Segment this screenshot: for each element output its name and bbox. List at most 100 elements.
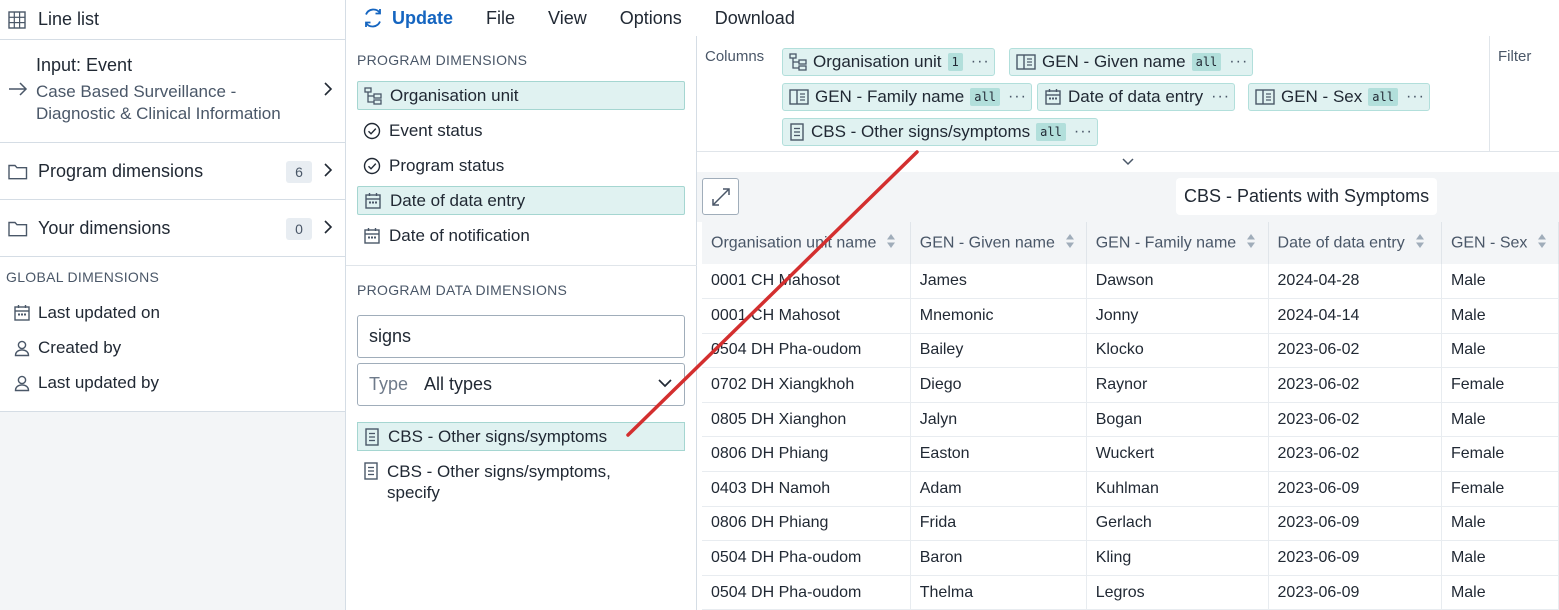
- table-cell: 2023-06-09: [1268, 540, 1442, 576]
- app-title-bar: Line list: [0, 0, 345, 40]
- more-icon[interactable]: ···: [1211, 88, 1230, 106]
- chip-family-name[interactable]: GEN - Family name all ···: [782, 83, 1032, 111]
- check-circle-icon: [363, 122, 381, 139]
- table-cell: 2023-06-02: [1268, 436, 1442, 473]
- table-cell: Raynor: [1086, 367, 1269, 403]
- chip-sex[interactable]: GEN - Sex all ···: [1248, 83, 1430, 111]
- sort-icon[interactable]: [1415, 233, 1425, 254]
- data-dim-label: CBS - Other signs/symptoms: [388, 427, 608, 446]
- table-cell: 2024-04-28: [1268, 264, 1442, 300]
- dim-program-status[interactable]: Program status: [357, 151, 685, 180]
- dim-date-of-notification[interactable]: Date of notification: [357, 221, 685, 250]
- user-icon: [14, 340, 30, 356]
- sort-icon[interactable]: [1246, 233, 1256, 254]
- org-tree-icon: [364, 86, 382, 105]
- input-program-name: Case Based Surveillance - Diagnostic & C…: [36, 82, 281, 123]
- table-cell: Male: [1441, 575, 1559, 610]
- more-icon[interactable]: ···: [1229, 53, 1248, 71]
- data-dim-other-signs-specify[interactable]: CBS - Other signs/symptoms, specify: [357, 461, 685, 503]
- program-data-dimensions-heading: PROGRAM DATA DIMENSIONS: [357, 282, 568, 298]
- program-dimensions-item[interactable]: Program dimensions 6: [0, 143, 345, 200]
- menu-download[interactable]: Download: [715, 8, 795, 29]
- column-header[interactable]: GEN - Sex: [1441, 222, 1559, 264]
- table-cell: Jalyn: [910, 402, 1087, 438]
- table-cell: Male: [1441, 540, 1559, 576]
- table-row[interactable]: 0805 DH Xianghon Jalyn Bogan 2023-06-02 Male: [702, 402, 1559, 438]
- global-dim-last-updated-on[interactable]: Last updated on: [0, 295, 345, 330]
- arrow-right-icon: [9, 82, 28, 96]
- program-dimensions-heading: PROGRAM DIMENSIONS: [357, 52, 528, 68]
- columns-label: Columns: [705, 48, 765, 65]
- chip-given-name[interactable]: GEN - Given name all ···: [1009, 48, 1254, 76]
- type-select[interactable]: Type All types: [357, 363, 685, 406]
- dim-organisation-unit[interactable]: Organisation unit: [357, 81, 685, 110]
- dim-event-status[interactable]: Event status: [357, 116, 685, 145]
- chip-badge: 1: [947, 53, 963, 71]
- chip-organisation-unit[interactable]: Organisation unit 1 ···: [782, 48, 995, 76]
- sort-icon[interactable]: [886, 233, 896, 254]
- chip-label: Organisation unit: [813, 52, 942, 71]
- visualization-toolbar: CBS - Patients with Symptoms: [697, 172, 1559, 222]
- input-selector[interactable]: Input: Event Case Based Surveillance - D…: [0, 40, 345, 143]
- menu-view[interactable]: View: [548, 8, 587, 29]
- sort-icon[interactable]: [1537, 233, 1547, 254]
- table-cell: 2023-06-02: [1268, 333, 1442, 369]
- column-header[interactable]: GEN - Given name: [910, 222, 1087, 264]
- global-dim-last-updated-by[interactable]: Last updated by: [0, 365, 345, 400]
- update-button[interactable]: Update: [362, 8, 453, 29]
- filter-area[interactable]: Filter: [1489, 36, 1531, 152]
- table-row[interactable]: 0806 DH Phiang Frida Gerlach 2023-06-09 Male: [702, 506, 1559, 542]
- more-icon[interactable]: ···: [1406, 88, 1425, 106]
- attribute-icon: [1016, 54, 1036, 70]
- chevron-right-icon: [324, 220, 333, 234]
- column-header[interactable]: GEN - Family name: [1086, 222, 1269, 264]
- table-cell: 0001 CH Mahosot: [702, 298, 911, 334]
- chip-badge: all: [970, 88, 1000, 106]
- table-cell: Kuhlman: [1086, 471, 1269, 507]
- column-header[interactable]: Date of data entry: [1268, 222, 1442, 264]
- chip-label: GEN - Given name: [1042, 52, 1186, 71]
- menu-options[interactable]: Options: [620, 8, 682, 29]
- dimension-search-input[interactable]: signs: [357, 315, 685, 358]
- table-row[interactable]: 0001 CH Mahosot Mnemonic Jonny 2024-04-14 Ma…: [702, 298, 1559, 334]
- table-row[interactable]: 0001 CH Mahosot James Dawson 2024-04-28 Male: [702, 264, 1559, 300]
- chip-other-signs[interactable]: CBS - Other signs/symptoms all ···: [782, 118, 1098, 146]
- more-icon[interactable]: ···: [1074, 123, 1093, 141]
- more-icon[interactable]: ···: [1008, 88, 1027, 106]
- table-row[interactable]: 0504 DH Pha-oudom Bailey Klocko 2023-06-02 M…: [702, 333, 1559, 369]
- table-row[interactable]: 0403 DH Namoh Adam Kuhlman 2023-06-09 Female: [702, 471, 1559, 507]
- table-cell: 0504 DH Pha-oudom: [702, 333, 911, 369]
- dim-date-of-data-entry[interactable]: Date of data entry: [357, 186, 685, 215]
- table-row[interactable]: 0702 DH Xiangkhoh Diego Raynor 2023-06-02 Fe…: [702, 367, 1559, 403]
- sort-icon[interactable]: [1065, 233, 1075, 254]
- table-cell: Kling: [1086, 540, 1269, 576]
- table-cell: Dawson: [1086, 264, 1269, 300]
- global-dim-created-by[interactable]: Created by: [0, 330, 345, 365]
- table-cell: Easton: [910, 436, 1087, 473]
- table-cell: James: [910, 264, 1087, 300]
- chip-badge: all: [1368, 88, 1398, 106]
- table-cell: 2023-06-09: [1268, 506, 1442, 542]
- calendar-icon: [365, 192, 381, 209]
- global-dim-label: Last updated on: [38, 302, 160, 322]
- data-dim-other-signs[interactable]: CBS - Other signs/symptoms: [357, 422, 685, 451]
- menu-file[interactable]: File: [486, 8, 515, 29]
- layout-expand-toggle[interactable]: [697, 152, 1559, 172]
- program-dimensions-count: 6: [286, 161, 312, 183]
- section-divider: [346, 265, 697, 266]
- data-table: Organisation unit name GEN - Given name GE…: [702, 222, 1559, 610]
- table-cell: 0805 DH Xianghon: [702, 402, 911, 438]
- table-row[interactable]: 0504 DH Pha-oudom Baron Kling 2023-06-09 Mal…: [702, 540, 1559, 576]
- more-icon[interactable]: ···: [971, 53, 990, 71]
- data-element-icon: [790, 123, 804, 141]
- table-cell: 0504 DH Pha-oudom: [702, 540, 911, 576]
- chevron-right-icon: [324, 163, 333, 177]
- table-cell: Female: [1441, 436, 1559, 473]
- table-cell: Thelma: [910, 575, 1087, 610]
- chip-date-of-data-entry[interactable]: Date of data entry ···: [1037, 83, 1236, 111]
- column-header[interactable]: Organisation unit name: [702, 222, 911, 264]
- table-row[interactable]: 0806 DH Phiang Easton Wuckert 2023-06-02 Fem…: [702, 436, 1559, 473]
- fullscreen-button[interactable]: [702, 178, 739, 215]
- table-row[interactable]: 0504 DH Pha-oudom Thelma Legros 2023-06-09 M…: [702, 575, 1559, 610]
- your-dimensions-item[interactable]: Your dimensions 0: [0, 200, 345, 257]
